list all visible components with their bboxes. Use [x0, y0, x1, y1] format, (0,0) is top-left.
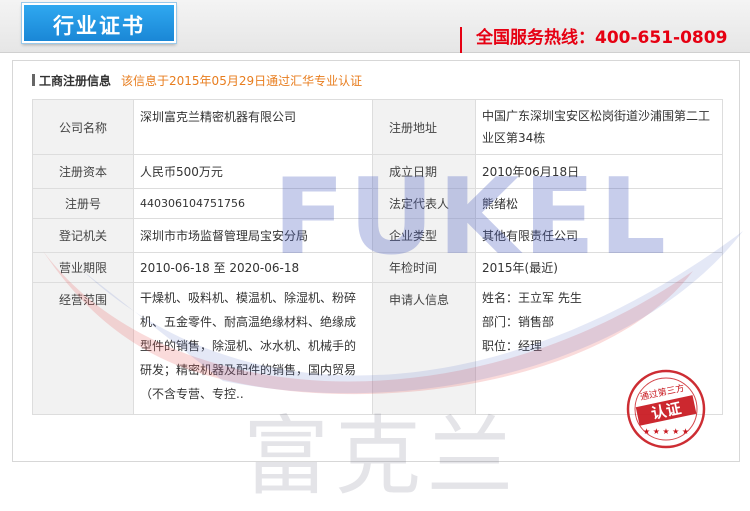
section-title: 工商注册信息 — [39, 74, 112, 88]
value-registered-capital: 人民币500万元 — [133, 154, 373, 189]
stamp-stars-icon: ★ ★ ★ ★ ★ — [643, 427, 689, 436]
label-business-term: 营业期限 — [32, 252, 134, 283]
verification-note: 该信息于2015年05月29日通过汇华专业认证 — [121, 74, 363, 88]
service-hotline: 全国服务热线：400-651-0809 — [460, 27, 727, 53]
applicant-position: 职位：经理 — [482, 339, 543, 353]
table-row: 公司名称 深圳富克兰精密机器有限公司 注册地址 中国广东深圳宝安区松岗街道沙浦围… — [32, 99, 723, 155]
label-registration-authority: 登记机关 — [32, 218, 134, 253]
tab-industry-certificate[interactable]: 行业证书 — [22, 3, 176, 43]
tab-label: 行业证书 — [53, 14, 145, 38]
value-registration-number: 440306104751756 — [133, 188, 373, 219]
label-company-type: 企业类型 — [372, 218, 476, 253]
top-header-bar: 行业证书 全国服务热线：400-651-0809 — [0, 0, 750, 53]
applicant-department: 部门：销售部 — [482, 315, 555, 329]
table-row: 经营范围 干燥机、吸料机、模温机、除湿机、粉碎机、五金零件、耐高温绝缘材料、绝缘… — [32, 282, 723, 415]
applicant-name: 姓名：王立军 先生 — [482, 291, 582, 305]
value-business-term: 2010-06-18 至 2020-06-18 — [133, 252, 373, 283]
label-registered-capital: 注册资本 — [32, 154, 134, 189]
heading-bar-icon — [32, 74, 35, 86]
stamp-center-text: 认证 — [650, 399, 683, 423]
value-company-type: 其他有限责任公司 — [475, 218, 723, 253]
label-established-date: 成立日期 — [372, 154, 476, 189]
label-company-name: 公司名称 — [32, 99, 134, 155]
value-established-date: 2010年06月18日 — [475, 154, 723, 189]
value-company-name: 深圳富克兰精密机器有限公司 — [133, 99, 373, 155]
table-row: 注册号 440306104751756 法定代表人 熊绪松 — [32, 188, 723, 219]
label-applicant-info: 申请人信息 — [372, 282, 476, 415]
table-row: 注册资本 人民币500万元 成立日期 2010年06月18日 — [32, 154, 723, 189]
label-business-scope: 经营范围 — [32, 282, 134, 415]
label-annual-inspection: 年检时间 — [372, 252, 476, 283]
section-heading: 工商注册信息 该信息于2015年05月29日通过汇华专业认证 — [32, 72, 722, 90]
hotline-text: 全国服务热线：400-651-0809 — [476, 28, 728, 48]
third-party-certified-stamp: 通过第三方 认证 ★ ★ ★ ★ ★ — [626, 369, 706, 449]
value-annual-inspection: 2015年(最近) — [475, 252, 723, 283]
label-registration-number: 注册号 — [32, 188, 134, 219]
value-registration-authority: 深圳市市场监督管理局宝安分局 — [133, 218, 373, 253]
table-row: 登记机关 深圳市市场监督管理局宝安分局 企业类型 其他有限责任公司 — [32, 218, 723, 253]
label-legal-representative: 法定代表人 — [372, 188, 476, 219]
table-row: 营业期限 2010-06-18 至 2020-06-18 年检时间 2015年(… — [32, 252, 723, 283]
value-business-scope: 干燥机、吸料机、模温机、除湿机、粉碎机、五金零件、耐高温绝缘材料、绝缘成型件的销… — [133, 282, 373, 415]
value-legal-representative: 熊绪松 — [475, 188, 723, 219]
label-registered-address: 注册地址 — [372, 99, 476, 155]
value-registered-address: 中国广东深圳宝安区松岗街道沙浦围第二工业区第34栋 — [475, 99, 723, 155]
registration-table: 公司名称 深圳富克兰精密机器有限公司 注册地址 中国广东深圳宝安区松岗街道沙浦围… — [32, 99, 723, 415]
